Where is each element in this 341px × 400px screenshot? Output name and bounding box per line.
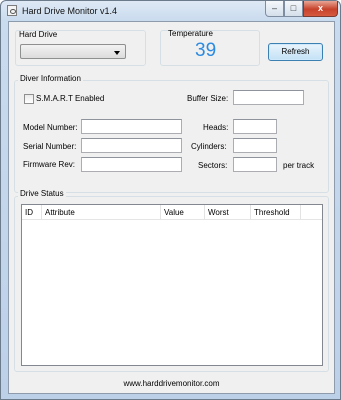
model-number-label: Model Number:: [23, 123, 78, 132]
smart-enabled-checkbox[interactable]: [24, 94, 34, 104]
column-header-value[interactable]: Value: [161, 205, 205, 220]
driver-info-title: Diver Information: [18, 74, 83, 83]
window-title: Hard Drive Monitor v1.4: [22, 6, 118, 16]
sectors-label: Sectors:: [198, 161, 228, 170]
serial-number-label: Serial Number:: [23, 142, 77, 151]
model-number-field[interactable]: [81, 119, 182, 134]
column-header-threshold[interactable]: Threshold: [251, 205, 301, 220]
app-window: Hard Drive Monitor v1.4 – □ x Hard Drive…: [0, 0, 341, 400]
temperature-value: 39: [195, 40, 217, 61]
serial-number-field[interactable]: [81, 138, 182, 153]
hard-drive-icon: [7, 5, 17, 16]
column-header-worst[interactable]: Worst: [205, 205, 251, 220]
temperature-label: Temperature: [168, 29, 213, 38]
client-area: Hard Drive Temperature 39 Refresh Diver …: [8, 21, 335, 394]
drive-status-table[interactable]: ID Attribute Value Worst Threshold: [21, 204, 323, 366]
column-header-attribute[interactable]: Attribute: [42, 205, 161, 220]
close-button[interactable]: x: [303, 1, 338, 17]
minimize-button[interactable]: –: [265, 1, 284, 17]
cylinders-field[interactable]: [233, 138, 277, 153]
cylinders-label: Cylinders:: [191, 142, 227, 151]
refresh-button[interactable]: Refresh: [268, 43, 323, 61]
per-track-label: per track: [283, 161, 315, 170]
sectors-field[interactable]: [233, 157, 277, 172]
footer-website-link[interactable]: www.harddrivemonitor.com: [9, 379, 334, 388]
title-bar[interactable]: Hard Drive Monitor v1.4 – □ x: [1, 1, 340, 21]
drive-status-title: Drive Status: [18, 189, 66, 198]
hard-drive-label: Hard Drive: [19, 30, 58, 39]
firmware-rev-field[interactable]: [81, 157, 182, 172]
buffer-size-label: Buffer Size:: [187, 94, 229, 103]
heads-label: Heads:: [203, 123, 229, 132]
smart-enabled-label: S.M.A.R.T Enabled: [36, 94, 105, 103]
hard-drive-select[interactable]: [20, 44, 126, 59]
heads-field[interactable]: [233, 119, 277, 134]
maximize-button[interactable]: □: [284, 1, 303, 17]
column-header-filler: [301, 205, 322, 220]
firmware-rev-label: Firmware Rev:: [23, 160, 76, 169]
chevron-down-icon: [114, 51, 120, 55]
buffer-size-field[interactable]: [233, 90, 304, 105]
column-header-id[interactable]: ID: [22, 205, 42, 220]
